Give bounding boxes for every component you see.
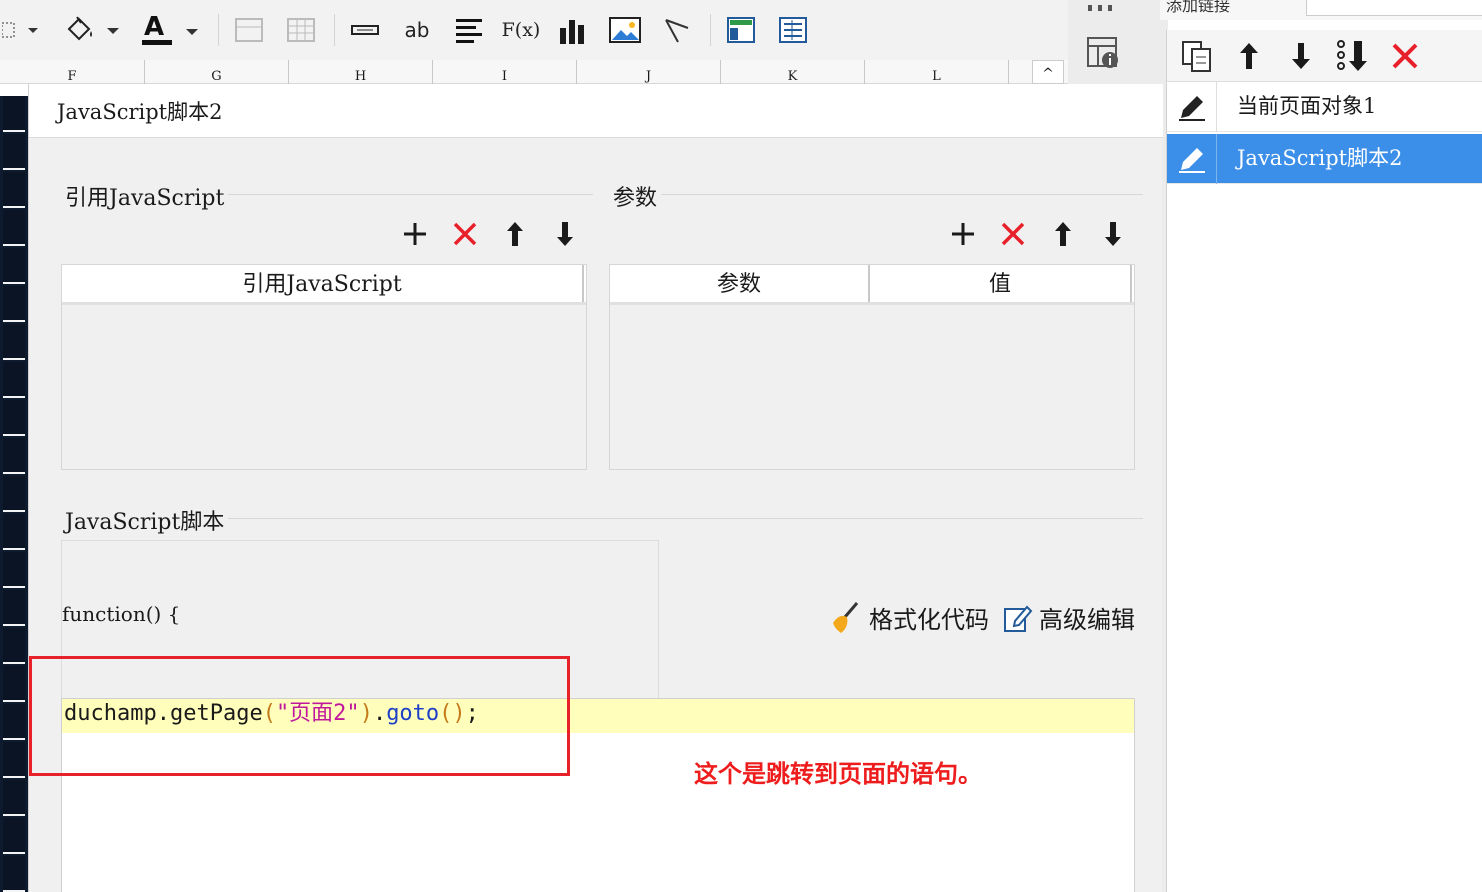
formula-icon[interactable]: F(x)	[500, 12, 542, 48]
row-cell	[3, 476, 25, 512]
column-header-l[interactable]: L	[865, 60, 1009, 84]
row-cell	[3, 362, 25, 398]
copy-icon[interactable]	[1177, 38, 1217, 74]
pencil-icon	[1167, 82, 1217, 132]
format-code-button[interactable]: 格式化代码	[829, 600, 989, 635]
border-icon[interactable]	[230, 12, 268, 48]
row-cell	[3, 780, 25, 816]
javascript-script-legend: JavaScript脚本	[61, 504, 229, 536]
row-cell	[3, 552, 25, 588]
align-icon[interactable]	[450, 12, 488, 48]
table-info-icon[interactable]	[1086, 36, 1122, 76]
row-cell	[3, 818, 25, 854]
pencil-icon	[1167, 134, 1217, 184]
annotation-highlight-box	[29, 656, 570, 776]
broom-icon	[833, 601, 859, 633]
toolbar-separator	[710, 14, 711, 46]
more-icon[interactable]	[1086, 0, 1116, 19]
paint-bucket-icon[interactable]	[60, 12, 124, 48]
link-panel: 当前页面对象1 JavaScript脚本2	[1166, 30, 1482, 892]
format-code-label: 格式化代码	[869, 606, 989, 634]
row-cell	[3, 210, 25, 246]
arrow-up-icon[interactable]	[1229, 38, 1269, 74]
row-cell	[3, 666, 25, 702]
row-cell	[3, 324, 25, 360]
link-item-label: JavaScript脚本2	[1237, 146, 1403, 170]
delete-icon[interactable]	[1385, 38, 1425, 74]
column-header-h[interactable]: H	[289, 60, 433, 84]
bar-chart-icon[interactable]	[554, 12, 592, 48]
ref-javascript-legend: 引用JavaScript	[61, 180, 229, 212]
link-item-current-page-object[interactable]: 当前页面对象1	[1167, 82, 1482, 132]
link-item-label: 当前页面对象1	[1237, 94, 1377, 118]
svg-text:A: A	[144, 13, 164, 42]
column-header-f[interactable]: F	[0, 60, 145, 84]
arrow-down-icon[interactable]	[1281, 38, 1321, 74]
move-ref-down-button[interactable]	[547, 216, 583, 252]
row-cell	[3, 172, 25, 208]
edit-document-icon	[1004, 605, 1033, 632]
param-name-column-header[interactable]: 参数	[610, 265, 870, 302]
params-table-header: 参数 值	[610, 265, 1134, 305]
column-header-k[interactable]: K	[721, 60, 865, 84]
cell-select-icon[interactable]	[0, 12, 44, 48]
row-cell	[3, 96, 25, 132]
row-cell	[3, 704, 25, 740]
row-cell	[3, 514, 25, 550]
row-cell	[3, 856, 25, 892]
row-cell	[3, 590, 25, 626]
line-icon[interactable]	[658, 12, 696, 48]
link-item-javascript-script[interactable]: JavaScript脚本2	[1167, 134, 1482, 184]
move-param-up-button[interactable]	[1045, 216, 1081, 252]
report-icon[interactable]	[774, 12, 812, 48]
column-header: F G H I J K L ^	[0, 60, 1070, 84]
ref-javascript-table: 引用JavaScript	[61, 264, 587, 470]
row-cell	[3, 400, 25, 436]
toolbar-separator	[334, 14, 335, 46]
advanced-edit-button[interactable]: 高级编辑	[1003, 600, 1135, 635]
text-ab-icon[interactable]: ab	[398, 12, 436, 48]
dialog-title-bar: JavaScript脚本2	[29, 84, 1163, 138]
delete-param-button[interactable]	[995, 216, 1031, 252]
add-link-label: 添加链接	[1166, 0, 1231, 15]
ref-javascript-table-header: 引用JavaScript	[62, 265, 586, 305]
column-header-g[interactable]: G	[145, 60, 289, 84]
move-bottom-icon[interactable]	[1333, 38, 1373, 74]
toolbar-separator	[218, 14, 219, 46]
add-link-dropdown[interactable]	[1306, 0, 1482, 16]
move-param-down-button[interactable]	[1095, 216, 1131, 252]
row-cell	[3, 438, 25, 474]
row-cell	[3, 742, 25, 778]
row-cell	[3, 248, 25, 284]
params-legend: 参数	[609, 180, 662, 212]
table-icon[interactable]	[282, 12, 320, 48]
dialog-title: JavaScript脚本2	[57, 100, 223, 124]
formatting-toolbar: A ab F(x)	[0, 0, 1070, 60]
delete-ref-button[interactable]	[447, 216, 483, 252]
row-strip	[0, 96, 28, 892]
section-divider	[609, 194, 1143, 195]
link-panel-toolbar	[1167, 30, 1482, 82]
ref-javascript-column-header[interactable]: 引用JavaScript	[62, 265, 584, 302]
image-icon[interactable]	[604, 12, 646, 48]
collapse-up-button[interactable]: ^	[1032, 60, 1064, 84]
advanced-edit-label: 高级编辑	[1039, 606, 1135, 634]
layout-icon[interactable]	[722, 12, 760, 48]
font-color-icon[interactable]: A	[138, 12, 204, 48]
move-ref-up-button[interactable]	[497, 216, 533, 252]
function-header: function() {	[62, 602, 181, 626]
textbox-icon[interactable]	[346, 12, 384, 48]
annotation-text: 这个是跳转到页面的语句。	[694, 760, 982, 788]
row-cell	[3, 628, 25, 664]
row-cell	[3, 134, 25, 170]
column-header-j[interactable]: J	[577, 60, 721, 84]
column-header-i[interactable]: I	[433, 60, 577, 84]
add-ref-button[interactable]	[397, 216, 433, 252]
row-cell	[3, 286, 25, 322]
param-value-column-header[interactable]: 值	[870, 265, 1132, 302]
add-link-header: 添加链接	[1160, 0, 1482, 20]
params-table: 参数 值	[609, 264, 1135, 470]
add-param-button[interactable]	[945, 216, 981, 252]
